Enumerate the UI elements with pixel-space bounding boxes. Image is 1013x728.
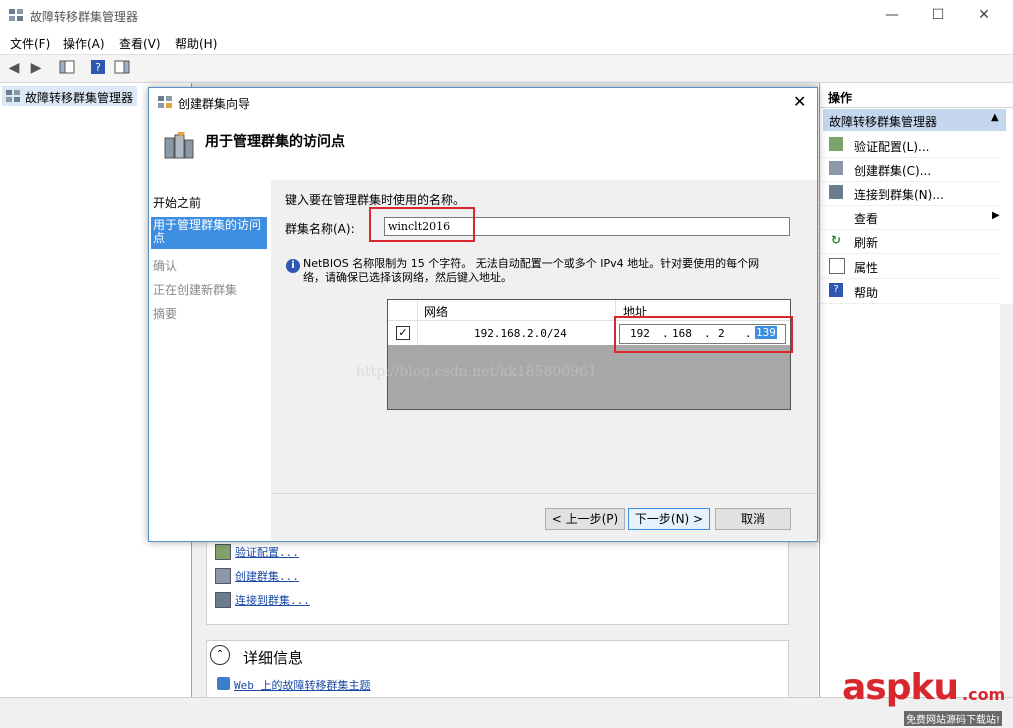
- next-button[interactable]: 下一步(N) >: [628, 508, 710, 530]
- connect-cluster-icon: [215, 592, 231, 608]
- back-arrow-icon[interactable]: ◀: [5, 59, 23, 77]
- row-divider: [417, 321, 418, 345]
- step-creating[interactable]: 正在创建新群集: [153, 281, 267, 298]
- actions-scrollbar[interactable]: [1000, 304, 1013, 697]
- menu-bar: 文件(F) 操作(A) 查看(V) 帮助(H): [0, 31, 1013, 53]
- title-bar: 故障转移群集管理器 — ☐ ✕: [0, 0, 1013, 32]
- logo-suffix: .com: [962, 685, 1006, 704]
- aspku-logo: aspku .com 免费网站源码下载站!: [842, 667, 1013, 727]
- action-label: 验证配置(L)...: [854, 140, 930, 154]
- cancel-button[interactable]: 取消: [715, 508, 791, 530]
- window-title: 故障转移群集管理器: [30, 10, 139, 24]
- wizard-icon: [157, 95, 173, 112]
- action-label: 查看: [854, 212, 879, 226]
- action-properties[interactable]: 属性: [820, 254, 1000, 279]
- web-topics-link[interactable]: Web 上的故障转移群集主题: [234, 677, 371, 693]
- tree-item-root[interactable]: 故障转移群集管理器: [2, 86, 137, 106]
- menu-action[interactable]: 操作(A): [63, 35, 105, 52]
- actions-group-label: 故障转移群集管理器: [829, 115, 938, 129]
- wizard-header-title: 用于管理群集的访问点: [205, 134, 345, 150]
- forward-arrow-icon[interactable]: ▶: [27, 59, 45, 77]
- watermark: http://blog.csdn.net/kk185800961: [356, 364, 597, 380]
- column-header-network[interactable]: 网络: [424, 303, 448, 320]
- collapse-up-icon[interactable]: ▲: [991, 112, 999, 123]
- step-confirm[interactable]: 确认: [153, 257, 267, 274]
- step-summary[interactable]: 摘要: [153, 305, 267, 322]
- highlight-box: [614, 316, 793, 353]
- actions-pane: 操作 故障转移群集管理器 ▲ 验证配置(L)... 创建群集(C)... 连接到…: [819, 83, 1013, 697]
- action-label: 刷新: [854, 236, 879, 250]
- validate-config-link[interactable]: 验证配置...: [235, 544, 299, 560]
- wizard-steps: 开始之前 用于管理群集的访问点 确认 正在创建新群集 摘要: [149, 180, 268, 540]
- close-icon[interactable]: ✕: [793, 92, 806, 111]
- network-checkbox[interactable]: ✓: [396, 326, 410, 340]
- menu-file[interactable]: 文件(F): [10, 35, 50, 52]
- network-value: 192.168.2.0/24: [474, 327, 567, 340]
- header-checkbox-col: [388, 300, 418, 320]
- action-connect-cluster[interactable]: 连接到群集(N)...: [820, 181, 1000, 206]
- cluster-manager-icon: [5, 88, 21, 107]
- action-pane-icon[interactable]: [113, 59, 131, 77]
- action-view[interactable]: 查看 ▶: [820, 205, 1000, 230]
- console-tree-icon[interactable]: [58, 59, 76, 77]
- validate-icon: [215, 544, 231, 560]
- cluster-name-label: 群集名称(A):: [285, 222, 355, 236]
- svg-text:?: ?: [95, 61, 101, 74]
- tree-item-label: 故障转移群集管理器: [25, 91, 134, 105]
- instruction-text: 键入要在管理群集时使用的名称。: [285, 193, 466, 207]
- action-help[interactable]: ? 帮助: [820, 279, 1000, 304]
- highlight-box: [369, 207, 475, 242]
- actions-group-header[interactable]: 故障转移群集管理器 ▲: [823, 109, 1006, 131]
- actions-header: 操作: [820, 83, 1013, 108]
- wizard-header-icon: [163, 130, 195, 165]
- step-before-you-begin[interactable]: 开始之前: [153, 194, 267, 211]
- properties-icon: [829, 258, 845, 274]
- info-text-line-2: 络，请确保已选择该网络，然后键入地址。: [303, 271, 512, 284]
- action-label: 属性: [854, 261, 879, 275]
- wizard-body: 键入要在管理群集时使用的名称。 群集名称(A): i NetBIOS 名称限制为…: [271, 180, 817, 540]
- action-label: 连接到群集(N)...: [854, 188, 944, 202]
- toolbar: ◀ ▶ ?: [0, 54, 1013, 83]
- validate-icon: [829, 137, 843, 151]
- menu-help[interactable]: 帮助(H): [175, 35, 217, 52]
- app-icon: [8, 7, 24, 23]
- create-cluster-icon: [215, 568, 231, 584]
- action-create-cluster[interactable]: 创建群集(C)...: [820, 157, 1000, 182]
- help-icon: ?: [829, 283, 843, 297]
- step-access-point-label: 用于管理群集的访问点: [153, 218, 262, 245]
- create-cluster-link[interactable]: 创建群集...: [235, 568, 299, 584]
- action-validate[interactable]: 验证配置(L)...: [820, 133, 1000, 158]
- logo-text: aspku: [842, 667, 959, 708]
- details-panel: ⌃ 详细信息 Web 上的故障转移群集主题: [206, 640, 789, 699]
- collapse-icon[interactable]: ⌃: [210, 645, 230, 665]
- connect-cluster-icon: [829, 185, 843, 199]
- previous-button[interactable]: < 上一步(P): [545, 508, 625, 530]
- connect-cluster-link[interactable]: 连接到群集...: [235, 592, 310, 608]
- vertical-scrollbar[interactable]: [802, 523, 816, 697]
- details-title: 详细信息: [243, 649, 304, 667]
- wizard-title: 创建群集向导: [178, 97, 251, 111]
- close-window-button[interactable]: ✕: [961, 0, 1007, 31]
- action-refresh[interactable]: ↻ 刷新: [820, 229, 1000, 254]
- refresh-icon: ↻: [830, 233, 842, 247]
- actions-header-label: 操作: [828, 91, 853, 105]
- minimize-button[interactable]: —: [869, 0, 915, 31]
- step-access-point-selected[interactable]: 用于管理群集的访问点: [151, 217, 267, 249]
- logo-tagline: 免费网站源码下载站!: [904, 711, 1003, 726]
- create-cluster-wizard: 创建群集向导 ✕ 用于管理群集的访问点 开始之前 用于管理群集的访问点 确认 正…: [148, 87, 818, 542]
- submenu-arrow-icon: ▶: [992, 210, 1000, 221]
- action-label: 帮助: [854, 286, 879, 300]
- web-icon: [217, 677, 230, 690]
- help-icon[interactable]: ?: [89, 59, 107, 77]
- button-separator: [271, 493, 817, 494]
- info-icon: i: [286, 259, 300, 273]
- maximize-button[interactable]: ☐: [915, 0, 961, 31]
- action-label: 创建群集(C)...: [854, 164, 932, 178]
- menu-view[interactable]: 查看(V): [119, 35, 161, 52]
- create-cluster-icon: [829, 161, 843, 175]
